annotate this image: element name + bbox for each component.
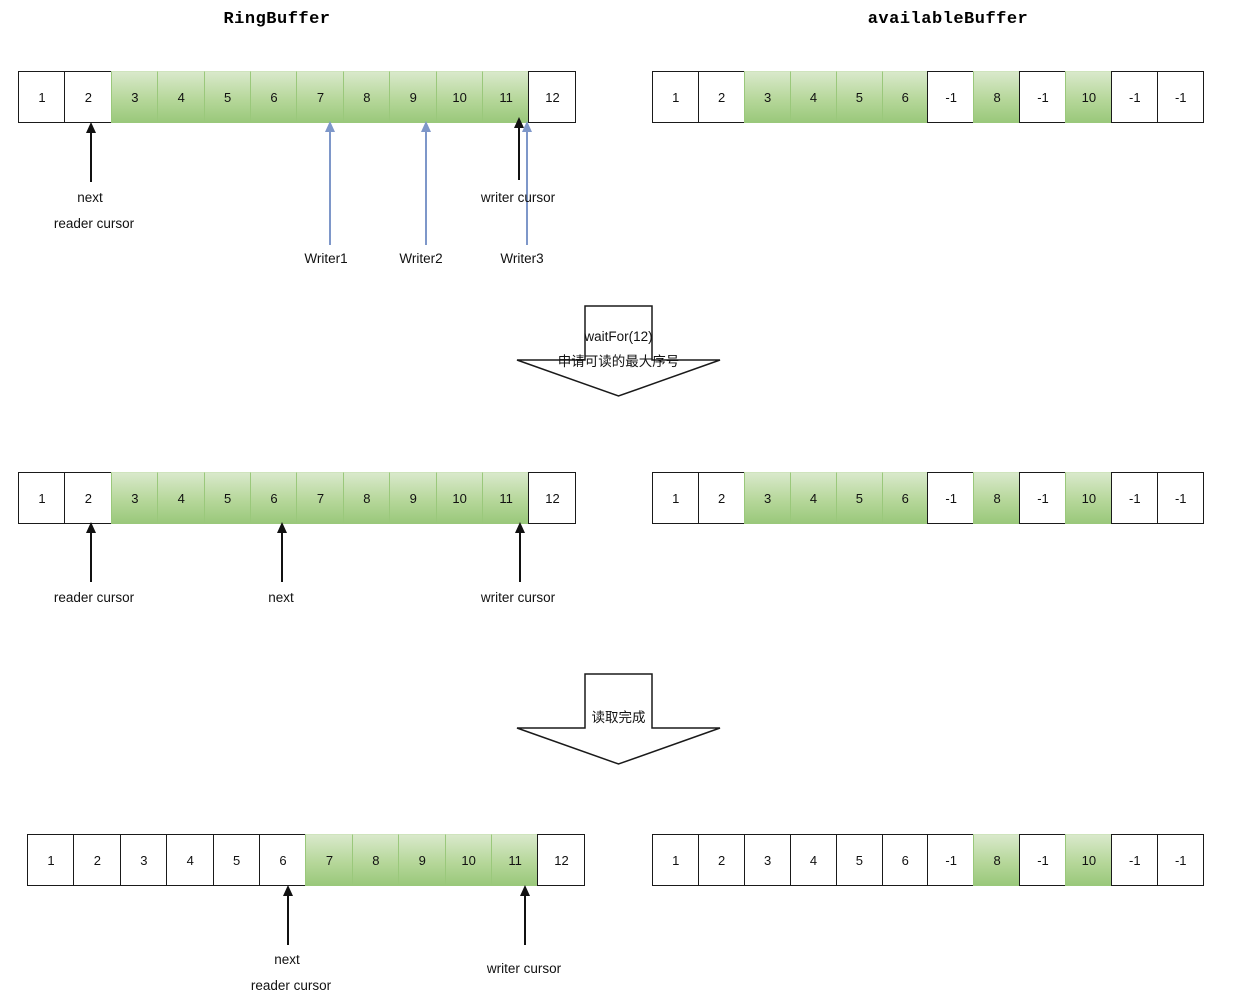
stage-3-avail-cell-11: -1: [1111, 834, 1159, 886]
stage-2-ring-cell-5: 5: [203, 472, 252, 524]
stage-3-ring-cell-5: 5: [212, 834, 261, 886]
stage-2-avail-cell-4: 4: [789, 472, 838, 524]
stage-3-avail-cell-1: 1: [652, 834, 700, 886]
stage-1-reader-cursor-label: reader cursor: [53, 216, 135, 231]
stage-1-avail-cell-2: 2: [697, 71, 746, 123]
transition-1-line2: 申请可读的最大序号: [557, 354, 680, 369]
stage-1-ring-cell-3: 3: [110, 71, 159, 123]
stage-1-ring-cell-11: 11: [482, 71, 531, 123]
stage-2-avail-cell-8: 8: [973, 472, 1021, 524]
stage-2-avail-cell-10: 10: [1065, 472, 1113, 524]
stage-2-ring-cell-2: 2: [64, 472, 113, 524]
stage-3-ring-cell-8: 8: [351, 834, 400, 886]
stage-2-ring-cell-3: 3: [110, 472, 159, 524]
transition-1-line1: waitFor(12): [584, 329, 653, 344]
stage-3-ring-cell-3: 3: [119, 834, 168, 886]
stage-1-avail-cell-7: -1: [927, 71, 975, 123]
stage-2-avail-cell-3: 3: [743, 472, 792, 524]
stage-2-writer-cursor-label: writer cursor: [480, 590, 556, 605]
stage-2-avail-cell-6: 6: [881, 472, 930, 524]
stage-2-ring-cell-11: 11: [482, 472, 531, 524]
stage-3-writer-cursor-label: writer cursor: [486, 961, 562, 976]
stage-3-ring-cell-4: 4: [166, 834, 215, 886]
stage-2-avail-cell-11: -1: [1111, 472, 1159, 524]
stage-1-ring-cell-6: 6: [250, 71, 299, 123]
stage-1-writer-cursor-label: writer cursor: [480, 190, 556, 205]
stage-1-avail-cell-3: 3: [743, 71, 792, 123]
stage-1-ring-cell-1: 1: [18, 71, 66, 123]
stage-1-available-buffer: 1 2 3 4 5 6 -1 8 -1 10 -1 -1: [652, 71, 1205, 123]
diagram-canvas: RingBuffer availableBuffer 1 2 3 4 5 6 7 8 9 10 11…: [0, 0, 1256, 998]
stage-3-ring-cell-6: 6: [259, 834, 308, 886]
stage-2-ring-cell-8: 8: [342, 472, 391, 524]
stage-1-ring-cell-7: 7: [296, 71, 345, 123]
stage-1-ring-cell-8: 8: [342, 71, 391, 123]
available-buffer-title: availableBuffer: [867, 10, 1029, 29]
transition-2-line1: 读取完成: [591, 710, 646, 725]
stage-3-next-label: next: [274, 952, 300, 967]
stage-3-ring-cell-10: 10: [444, 834, 493, 886]
stage-1-next-label: next: [77, 190, 103, 205]
stage-3-ring-cell-12: 12: [537, 834, 586, 886]
transition-2-arrow: 读取完成: [516, 673, 721, 765]
stage-2-avail-cell-5: 5: [835, 472, 884, 524]
stage-1-avail-cell-10: 10: [1065, 71, 1113, 123]
stage-3-avail-cell-3: 3: [743, 834, 792, 886]
stage-3-avail-cell-7: -1: [927, 834, 975, 886]
stage-3-available-buffer: 1 2 3 4 5 6 -1 8 -1 10 -1 -1: [652, 834, 1205, 886]
stage-2-ring-buffer: 1 2 3 4 5 6 7 8 9 10 11 12: [18, 472, 577, 524]
stage-2-ring-cell-9: 9: [389, 472, 438, 524]
transition-1-arrow: waitFor(12) 申请可读的最大序号: [516, 305, 721, 397]
stage-1-avail-cell-5: 5: [835, 71, 884, 123]
stage-3-avail-cell-12: -1: [1156, 834, 1205, 886]
stage-2-ring-cell-12: 12: [528, 472, 577, 524]
stage-1-avail-cell-4: 4: [789, 71, 838, 123]
stage-1-ring-cell-4: 4: [157, 71, 206, 123]
stage-2-available-buffer: 1 2 3 4 5 6 -1 8 -1 10 -1 -1: [652, 472, 1205, 524]
stage-3-avail-cell-8: 8: [973, 834, 1021, 886]
stage-3-avail-cell-10: 10: [1065, 834, 1113, 886]
ring-buffer-title: RingBuffer: [223, 10, 331, 29]
stage-2-ring-cell-4: 4: [157, 472, 206, 524]
stage-1-writer2-label: Writer2: [399, 251, 443, 266]
stage-1-ring-cell-9: 9: [389, 71, 438, 123]
stage-3-ring-cell-2: 2: [73, 834, 122, 886]
stage-1-ring-cell-12: 12: [528, 71, 577, 123]
stage-1-avail-cell-6: 6: [881, 71, 930, 123]
stage-3-ring-buffer: 1 2 3 4 5 6 7 8 9 10 11 12: [27, 834, 586, 886]
stage-1-writer3-label: Writer3: [500, 251, 544, 266]
stage-1-avail-cell-8: 8: [973, 71, 1021, 123]
stage-3-reader-cursor-label: reader cursor: [250, 978, 332, 993]
stage-2-avail-cell-1: 1: [652, 472, 700, 524]
stage-1-avail-cell-11: -1: [1111, 71, 1159, 123]
stage-3-avail-cell-2: 2: [697, 834, 746, 886]
stage-1-avail-cell-12: -1: [1156, 71, 1205, 123]
stage-3-avail-cell-5: 5: [835, 834, 884, 886]
stage-2-avail-cell-9: -1: [1019, 472, 1067, 524]
stage-3-avail-cell-9: -1: [1019, 834, 1067, 886]
stage-3-ring-cell-11: 11: [491, 834, 540, 886]
stage-2-reader-cursor-label: reader cursor: [53, 590, 135, 605]
stage-2-ring-cell-7: 7: [296, 472, 345, 524]
stage-3-avail-cell-4: 4: [789, 834, 838, 886]
stage-2-avail-cell-2: 2: [697, 472, 746, 524]
stage-1-ring-buffer: 1 2 3 4 5 6 7 8 9 10 11 12: [18, 71, 577, 123]
stage-1-ring-cell-10: 10: [435, 71, 484, 123]
stage-3-ring-cell-7: 7: [305, 834, 354, 886]
stage-2-ring-cell-1: 1: [18, 472, 66, 524]
stage-2-ring-cell-10: 10: [435, 472, 484, 524]
stage-3-ring-cell-9: 9: [398, 834, 447, 886]
stage-3-avail-cell-6: 6: [881, 834, 930, 886]
stage-1-avail-cell-9: -1: [1019, 71, 1067, 123]
stage-3-ring-cell-1: 1: [27, 834, 75, 886]
stage-1-writer1-label: Writer1: [304, 251, 348, 266]
stage-2-next-label: next: [268, 590, 294, 605]
stage-2-avail-cell-7: -1: [927, 472, 975, 524]
stage-1-ring-cell-2: 2: [64, 71, 113, 123]
stage-1-avail-cell-1: 1: [652, 71, 700, 123]
stage-2-avail-cell-12: -1: [1156, 472, 1205, 524]
stage-2-ring-cell-6: 6: [250, 472, 299, 524]
stage-1-ring-cell-5: 5: [203, 71, 252, 123]
